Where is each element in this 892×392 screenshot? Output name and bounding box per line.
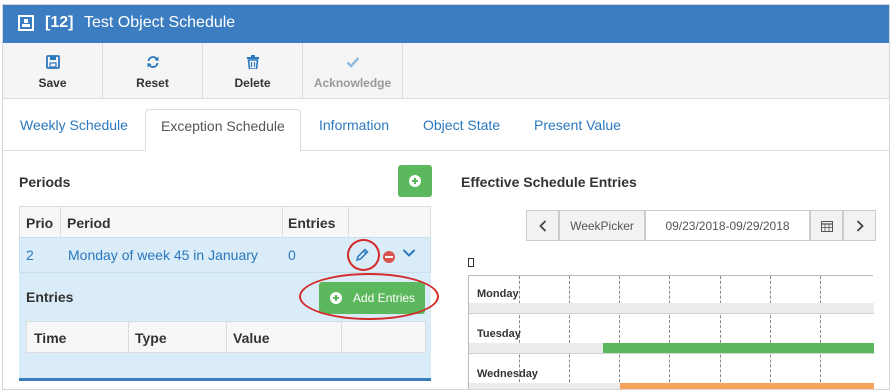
plus-circle-icon xyxy=(330,292,342,304)
chevron-down-icon[interactable] xyxy=(402,248,416,258)
title-bar: [12] Test Object Schedule xyxy=(3,5,889,43)
tab-present-value[interactable]: Present Value xyxy=(534,117,621,133)
week-range-input[interactable]: 09/23/2018-09/29/2018 xyxy=(645,210,810,241)
entries-table-header: Time Type Value xyxy=(26,321,426,353)
column-prio: Prio xyxy=(26,215,54,231)
day-label-monday: Monday xyxy=(477,288,519,300)
wednesday-schedule-bar xyxy=(620,383,874,389)
next-week-button[interactable] xyxy=(843,210,876,241)
remove-period-icon[interactable] xyxy=(383,251,395,263)
day-label-tuesday: Tuesday xyxy=(477,328,521,340)
tuesday-schedule-bar xyxy=(603,343,874,353)
period-entries-count: 0 xyxy=(288,247,296,263)
chevron-left-icon xyxy=(538,219,546,232)
window-title: Test Object Schedule xyxy=(84,14,236,31)
object-id: [12] xyxy=(45,14,74,31)
tab-exception-schedule[interactable]: Exception Schedule xyxy=(145,109,301,152)
periods-table-header: Prio Period Entries xyxy=(19,206,431,238)
refresh-icon xyxy=(147,56,158,68)
save-label: Save xyxy=(38,76,67,90)
column-entries: Entries xyxy=(288,215,336,231)
column-period: Period xyxy=(67,215,111,231)
toolbar: Save Reset Delete Acknowledge xyxy=(3,43,889,99)
effective-title: Effective Schedule Entries xyxy=(461,174,637,190)
add-entries-button[interactable]: Add Entries xyxy=(319,282,425,314)
add-entries-label: Add Entries xyxy=(353,291,416,305)
plus-circle-icon xyxy=(409,175,421,187)
tab-information[interactable]: Information xyxy=(319,117,389,133)
monday-track xyxy=(469,303,874,313)
pencil-icon[interactable] xyxy=(353,246,371,264)
object-icon xyxy=(18,15,34,31)
period-row[interactable]: 2 Monday of week 45 in January 0 xyxy=(19,237,431,273)
entries-panel: Entries Add Entries Time Type Value xyxy=(19,273,431,381)
tab-weekly-schedule[interactable]: Weekly Schedule xyxy=(20,117,128,133)
column-type: Type xyxy=(135,330,167,346)
calendar-icon xyxy=(820,220,833,232)
reset-label: Reset xyxy=(136,76,169,90)
week-range-value: 09/23/2018-09/29/2018 xyxy=(665,219,790,233)
period-prio: 2 xyxy=(26,247,34,263)
effective-schedule-chart: Monday Tuesday Wednesday xyxy=(468,275,874,389)
trash-icon xyxy=(246,55,259,69)
reset-button[interactable]: Reset xyxy=(103,43,203,99)
tab-bar: Weekly Schedule Exception Schedule Infor… xyxy=(3,99,889,152)
acknowledge-button[interactable]: Acknowledge xyxy=(303,43,403,99)
delete-label: Delete xyxy=(234,76,271,90)
day-label-wednesday: Wednesday xyxy=(477,368,538,380)
save-button[interactable]: Save xyxy=(3,43,103,99)
prev-week-button[interactable] xyxy=(526,210,559,241)
calendar-button[interactable] xyxy=(810,210,843,241)
save-icon xyxy=(45,55,60,69)
tab-object-state[interactable]: Object State xyxy=(423,117,500,133)
delete-button[interactable]: Delete xyxy=(203,43,303,99)
schedule-window: [12] Test Object Schedule Save Reset Del… xyxy=(2,4,890,390)
check-icon xyxy=(346,57,359,68)
period-name: Monday of week 45 in January xyxy=(68,247,258,263)
periods-title: Periods xyxy=(19,174,71,190)
chevron-right-icon xyxy=(856,219,864,232)
column-value: Value xyxy=(233,330,270,346)
legend-placeholder-icon xyxy=(468,258,474,267)
column-time: Time xyxy=(34,330,67,346)
acknowledge-label: Acknowledge xyxy=(313,76,392,90)
entries-title: Entries xyxy=(26,289,74,305)
add-period-button[interactable] xyxy=(398,165,432,197)
week-picker-addon: WeekPicker xyxy=(559,210,645,241)
week-picker-label: WeekPicker xyxy=(570,219,634,233)
